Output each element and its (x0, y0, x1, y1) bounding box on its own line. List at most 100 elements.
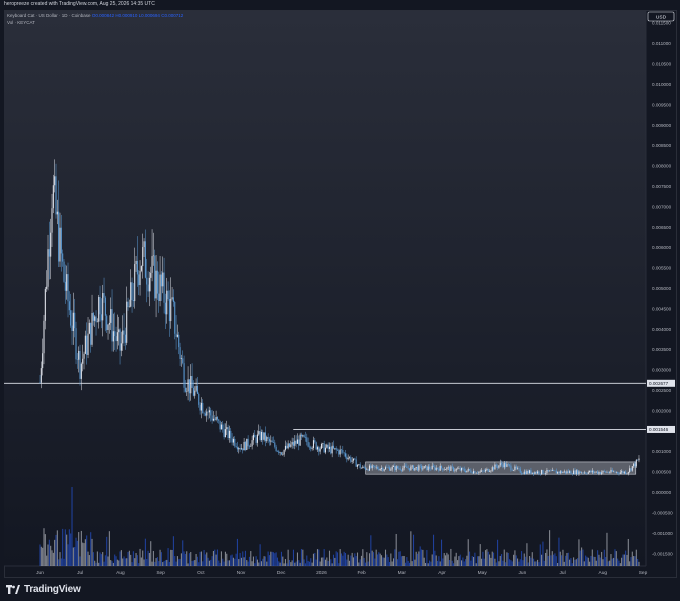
volume-bar (435, 555, 437, 566)
candle-body (491, 467, 493, 471)
volume-bar (458, 556, 460, 566)
volume-bar (200, 551, 202, 566)
volume-bar (56, 530, 58, 566)
volume-bar (195, 554, 197, 566)
candle-body (606, 472, 608, 473)
candle-body (220, 424, 222, 430)
candle-body (351, 460, 353, 462)
candle-body (523, 471, 525, 474)
volume-bar (483, 558, 485, 566)
volume-bar (274, 553, 276, 566)
volume-bar (119, 551, 121, 566)
volume-bar (469, 551, 471, 566)
y-tick-label: 0.011000 (652, 41, 671, 46)
candle-body (283, 449, 285, 455)
volume-bar (311, 562, 313, 566)
candle-body (196, 386, 198, 394)
volume-bar (465, 559, 467, 566)
volume-bar (433, 534, 435, 566)
candle-body (470, 470, 472, 473)
candle-body (589, 470, 591, 473)
volume-bar (272, 552, 274, 566)
candle-body (320, 443, 323, 449)
candle-body (226, 427, 228, 430)
volume-bar (453, 563, 455, 566)
candle-body (116, 332, 118, 342)
x-tick-label: Aug (599, 570, 608, 576)
volume-bar (625, 550, 627, 566)
volume-bar (155, 558, 157, 566)
candle-body (176, 334, 178, 337)
candle-body (404, 465, 407, 467)
candle-body (148, 277, 150, 292)
volume-bar (96, 551, 98, 566)
volume-bar (559, 551, 561, 566)
volume-bar (358, 562, 360, 566)
volume-bar (350, 555, 352, 566)
candle-body (414, 468, 416, 471)
candle-body (122, 330, 124, 344)
candle-body (503, 462, 505, 468)
volume-bar (502, 560, 504, 566)
volume-bar (39, 544, 41, 566)
legend-volume: Vol · KEYCAT (7, 20, 35, 25)
volume-bar (316, 549, 319, 566)
candle-body (433, 465, 435, 467)
volume-bar (236, 538, 238, 566)
candle-body (86, 335, 88, 355)
volume-bar (251, 561, 253, 566)
volume-bar (130, 554, 132, 566)
candle-body (422, 468, 424, 470)
volume-bar (602, 559, 604, 566)
volume-bar (439, 561, 441, 566)
volume-bar (98, 562, 100, 566)
y-tick-label: 0.002500 (652, 388, 672, 393)
volume-bar (487, 551, 489, 566)
candle-body (498, 465, 500, 468)
volume-bar (66, 534, 68, 566)
volume-bar (597, 550, 599, 566)
volume-bar (318, 549, 320, 566)
candle-body (102, 293, 104, 321)
candle-body (216, 417, 218, 420)
price-chart[interactable]: 0.011500 0.011000 0.010500 0.010000 0.009500… (0, 0, 680, 580)
volume-bar (62, 528, 64, 566)
candle-body (242, 448, 244, 451)
volume-bar (282, 556, 284, 566)
volume-bar (44, 534, 46, 566)
y-tick-label: 0.010500 (652, 62, 672, 67)
candle-body (416, 467, 419, 471)
candle-body (618, 473, 620, 474)
candle-body (459, 468, 461, 471)
volume-bar (346, 559, 348, 566)
candle-body (155, 270, 157, 299)
candle-body (211, 415, 213, 421)
tradingview-logo[interactable]: TradingView (6, 584, 81, 595)
volume-bar (68, 529, 70, 566)
volume-bar (48, 539, 50, 566)
candle-body (515, 466, 517, 469)
candle-body (299, 434, 301, 446)
volume-bar (103, 561, 105, 566)
volume-bar (144, 538, 146, 566)
candle-body (268, 438, 270, 442)
candle-body (396, 466, 399, 469)
volume-bar (549, 530, 551, 566)
candle-body (332, 445, 335, 449)
volume-bar (534, 561, 536, 566)
candle-body (567, 471, 569, 473)
candle-body (400, 469, 403, 471)
x-tick-label: May (478, 570, 488, 576)
candle-body (147, 284, 149, 292)
candle-body (152, 255, 154, 257)
candle-body (571, 473, 573, 475)
volume-bar (387, 557, 389, 566)
candle-body (562, 472, 564, 474)
volume-bar (615, 551, 617, 566)
volume-bar (288, 559, 290, 566)
volume-bar (284, 559, 286, 566)
volume-bar (147, 550, 149, 566)
volume-bar (207, 557, 209, 566)
candle-body (358, 464, 360, 465)
volume-bar (359, 559, 361, 566)
